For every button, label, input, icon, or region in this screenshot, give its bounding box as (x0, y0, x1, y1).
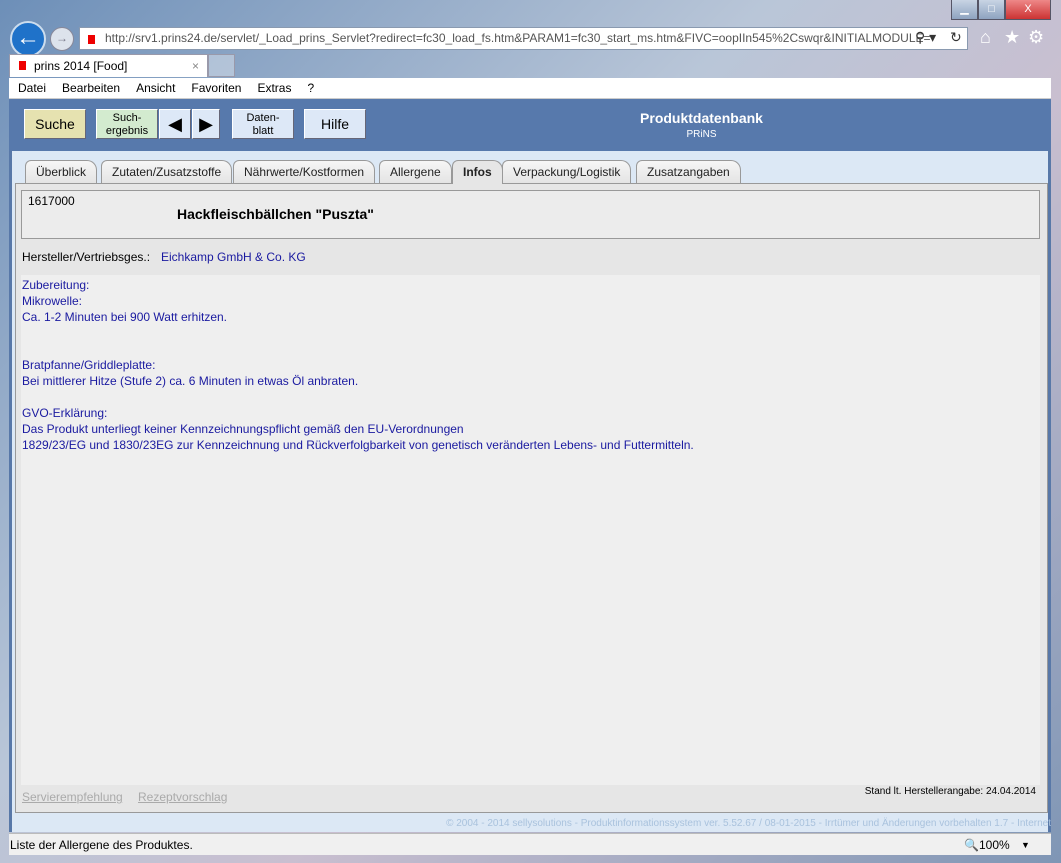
zoom-level[interactable]: 100% (979, 834, 1010, 856)
info-text-area: Zubereitung: Mikrowelle: Ca. 1-2 Minuten b… (21, 275, 1040, 785)
zoom-dropdown-icon[interactable]: ▼ (1021, 834, 1030, 856)
data-status-date: Stand lt. Herstellerangabe: 24.04.2014 (864, 786, 1036, 797)
info-line (22, 325, 1040, 341)
product-id: 1617000 (28, 194, 75, 208)
serving-suggestion-link[interactable]: Servierempfehlung (22, 790, 123, 804)
menu-favoriten[interactable]: Favoriten (191, 78, 241, 98)
tab-naehrwerte[interactable]: Nährwerte/Kostformen (233, 160, 376, 183)
results-label-1: Such- (112, 112, 142, 124)
forward-button[interactable]: → (50, 27, 74, 51)
datasheet-button[interactable]: Daten-blatt (232, 109, 294, 139)
menu-bar: Datei Bearbeiten Ansicht Favoriten Extra… (9, 78, 1051, 99)
search-results-button[interactable]: Such-ergebnis (96, 109, 158, 139)
close-tab-icon[interactable]: × (192, 55, 199, 77)
favorites-star-icon[interactable]: ★ (1004, 27, 1020, 48)
previous-button[interactable]: ◀ (159, 109, 191, 139)
home-icon[interactable]: ⌂ (980, 27, 991, 48)
copyright-text: © 2004 - 2014 sellysolutions - Produktin… (446, 818, 1051, 829)
tab-ueberblick[interactable]: Überblick (25, 160, 98, 183)
address-bar[interactable]: http://srv1.prins24.de/servlet/_Load_pri… (79, 27, 968, 50)
next-button[interactable]: ▶ (192, 109, 220, 139)
tab-allergene[interactable]: Allergene (379, 160, 452, 183)
status-text: Liste der Allergene des Produktes. (10, 838, 193, 852)
info-line: Mikrowelle: (22, 294, 83, 308)
tab-verpackung[interactable]: Verpackung/Logistik (502, 160, 632, 183)
menu-datei[interactable]: Datei (18, 78, 46, 98)
info-line: Bei mittlerer Hitze (Stufe 2) ca. 6 Minu… (22, 374, 359, 388)
results-label-2: ergebnis (105, 125, 149, 137)
manufacturer-label: Hersteller/Vertriebsges.: (22, 250, 151, 264)
minimize-button[interactable]: ▁ (951, 0, 978, 20)
app-title: Produktdatenbank (640, 110, 763, 126)
back-button[interactable]: ← (10, 21, 46, 57)
sheet-label-1: Daten- (246, 112, 280, 124)
info-line (22, 389, 1040, 405)
product-name: Hackfleischbällchen "Puszta" (177, 206, 374, 222)
info-line: Ca. 1-2 Minuten bei 900 Watt erhitzen. (22, 310, 227, 324)
tab-zusatzangaben[interactable]: Zusatzangaben (636, 160, 741, 183)
tab-zutaten[interactable]: Zutaten/Zusatzstoffe (101, 160, 233, 183)
info-line: Bratpfanne/Griddleplatte: (22, 358, 156, 372)
maximize-button[interactable]: □ (978, 0, 1005, 20)
help-button[interactable]: Hilfe (304, 109, 366, 139)
search-button[interactable]: Suche (24, 109, 86, 139)
info-line: GVO-Erklärung: (22, 406, 108, 420)
info-line (22, 341, 1040, 357)
info-line: 1829/23/EG und 1830/23EG zur Kennzeichnu… (22, 438, 694, 452)
menu-bearbeiten[interactable]: Bearbeiten (62, 78, 120, 98)
sheet-label-2: blatt (252, 125, 274, 137)
info-line: Das Produkt unterliegt keiner Kennzeichn… (22, 422, 464, 436)
menu-extras[interactable]: Extras (257, 78, 291, 98)
status-bar: Liste der Allergene des Produktes. 🔍 100… (9, 833, 1051, 855)
site-icon (88, 35, 95, 44)
browser-tab[interactable]: prins 2014 [Food] × (9, 54, 208, 77)
tab-infos[interactable]: Infos (452, 160, 503, 184)
new-tab-button[interactable] (208, 54, 235, 77)
refresh-icon[interactable]: ↻ (950, 29, 962, 46)
recipe-suggestion-link[interactable]: Rezeptvorschlag (138, 790, 227, 804)
manufacturer-link[interactable]: Eichkamp GmbH & Co. KG (161, 250, 306, 264)
menu-ansicht[interactable]: Ansicht (136, 78, 175, 98)
info-line: Zubereitung: (22, 278, 90, 292)
product-header: 1617000 Hackfleischbällchen "Puszta" (21, 190, 1040, 239)
close-window-button[interactable]: X (1005, 0, 1051, 20)
search-icon[interactable]: ⚲ ▾ (915, 29, 936, 46)
menu-help[interactable]: ? (307, 78, 314, 98)
settings-gear-icon[interactable]: ⚙ (1028, 27, 1044, 48)
tab-title: prins 2014 [Food] (34, 59, 128, 73)
url-text: http://srv1.prins24.de/servlet/_Load_pri… (105, 31, 931, 45)
zoom-icon[interactable]: 🔍 (964, 834, 979, 856)
tab-favicon (19, 61, 26, 70)
app-subtitle: PRiNS (686, 129, 717, 140)
